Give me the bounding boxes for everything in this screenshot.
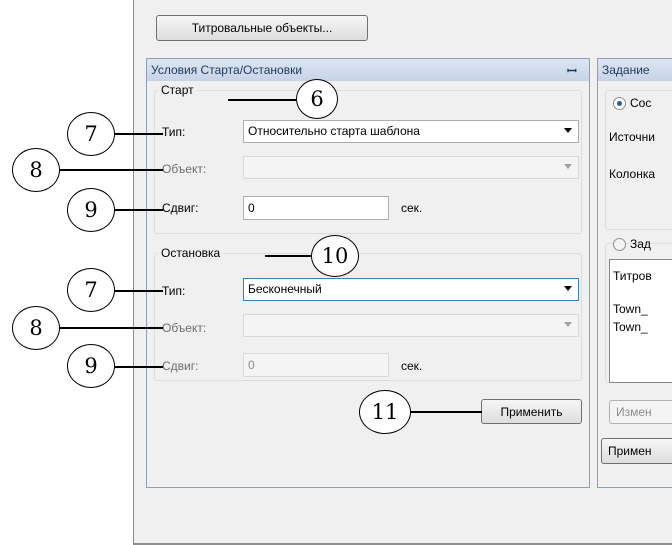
chevron-down-icon[interactable] [564, 286, 572, 291]
callout-11: 11 [359, 390, 411, 434]
start-type-label: Тип: [162, 125, 186, 139]
callout-7: 7 [67, 268, 115, 312]
task-panel-title: Задание [602, 63, 650, 77]
callout-8: 8 [12, 306, 60, 350]
pin-icon[interactable]: ꟷ [567, 62, 577, 79]
start-group-legend: Старт [158, 83, 197, 97]
callout-10-line [265, 255, 311, 257]
start-stop-panel-header: Условия Старта/Остановки [147, 59, 589, 81]
callout-6-line [228, 99, 296, 101]
callout-8-line [60, 169, 163, 171]
callout-7: 7 [67, 112, 115, 156]
callout-9: 9 [67, 344, 115, 388]
callout-6: 6 [296, 79, 338, 119]
start-object-label: Объект: [162, 162, 207, 176]
source-radio-label: Сос [630, 96, 652, 110]
start-type-value: Относительно старта шаблона [248, 124, 420, 138]
stop-shift-label: Сдвиг: [162, 359, 199, 373]
start-type-combo[interactable]: Относительно старта шаблона [243, 120, 579, 143]
chevron-down-icon [564, 164, 572, 169]
callout-9: 9 [67, 188, 115, 232]
task-radio-label: Зад [630, 237, 651, 251]
callout-8-line [60, 327, 163, 329]
stop-type-value: Бесконечный [248, 282, 322, 296]
source-label: Источни [609, 130, 655, 144]
callout-8: 8 [12, 148, 60, 192]
panel-title: Условия Старта/Остановки [151, 63, 303, 77]
callout-11-line [411, 411, 482, 413]
chevron-down-icon [564, 322, 572, 327]
callout-9-line [115, 209, 163, 211]
start-shift-label: Сдвиг: [162, 201, 199, 215]
stop-type-label: Тип: [162, 284, 186, 298]
source-radio[interactable] [613, 97, 626, 110]
start-shift-unit: сек. [401, 201, 423, 215]
stop-object-combo [243, 314, 579, 337]
callout-7-line [115, 290, 163, 292]
title-objects-button[interactable]: Титровальные объекты... [156, 15, 368, 41]
task-radio[interactable] [613, 238, 626, 251]
stop-shift-input: 0 [243, 353, 389, 377]
list-header: Титров [613, 269, 652, 283]
chevron-down-icon[interactable] [564, 128, 572, 133]
source-group [605, 90, 672, 230]
column-label: Колонка [609, 167, 656, 181]
callout-9-line [115, 366, 163, 368]
callout-7-line [115, 133, 163, 135]
task-panel-header: Задание [598, 59, 672, 81]
stop-object-label: Объект: [162, 321, 207, 335]
change-button: Измен [609, 400, 672, 424]
apply-button[interactable]: Применить [481, 399, 582, 424]
list-item[interactable]: Town_ [613, 319, 648, 335]
stop-group-legend: Остановка [158, 246, 224, 260]
callout-10: 10 [311, 235, 359, 277]
start-shift-input[interactable]: 0 [243, 196, 389, 220]
list-item[interactable]: Town_ [613, 301, 648, 317]
stop-type-combo[interactable]: Бесконечный [243, 278, 579, 301]
start-object-combo [243, 156, 579, 179]
stop-shift-unit: сек. [401, 359, 423, 373]
task-apply-button[interactable]: Примен [601, 438, 672, 464]
